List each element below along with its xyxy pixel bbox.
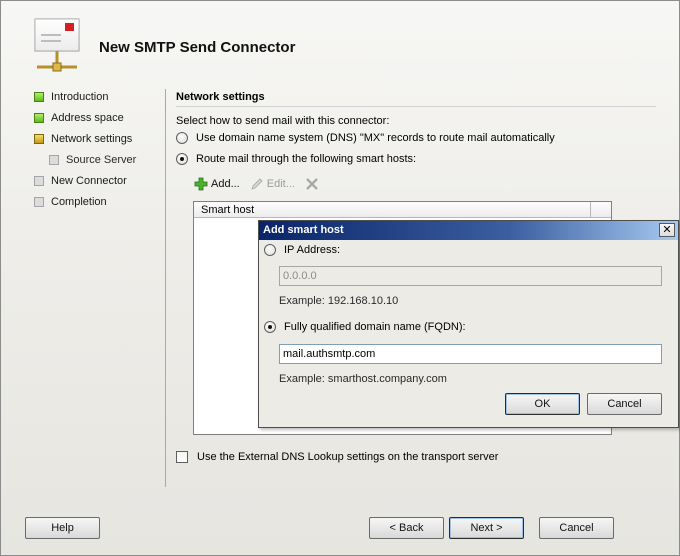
external-dns-checkbox[interactable] [176,451,188,463]
option-smart-host[interactable]: Route mail through the following smart h… [176,153,416,165]
dns-radio-label: Use domain name system (DNS) "MX" record… [196,132,555,144]
step-pending-icon [34,197,44,207]
dialog-titlebar[interactable]: Add smart host ✕ [259,221,678,240]
column-header-smart-host[interactable]: Smart host [194,202,592,217]
add-icon [194,177,208,191]
wizard-window: New SMTP Send Connector Introduction Add… [0,0,680,556]
pencil-icon [251,178,263,190]
help-button[interactable]: Help [25,517,100,539]
step-address-space[interactable]: Address space [34,110,124,126]
option-fqdn[interactable]: Fully qualified domain name (FQDN): [264,321,466,333]
smarthost-toolbar: Add... Edit... [194,177,332,191]
step-introduction[interactable]: Introduction [34,89,108,105]
step-completion: Completion [34,194,107,210]
smarthost-list-header: Smart host [194,202,611,218]
step-source-server: Source Server [49,152,136,168]
step-pending-icon [49,155,59,165]
step-label: Address space [51,112,124,124]
wizard-header: New SMTP Send Connector [1,1,680,83]
step-current-icon [34,134,44,144]
step-label: Introduction [51,91,109,103]
fqdn-label: Fully qualified domain name (FQDN): [284,321,466,333]
next-button[interactable]: Next > [449,517,524,539]
edit-button[interactable]: Edit... [250,177,295,191]
step-pending-icon [34,176,44,186]
dns-radio[interactable] [176,132,188,144]
ip-address-input[interactable]: 0.0.0.0 [279,266,662,286]
option-ip-address[interactable]: IP Address: [264,244,340,256]
option-dns-mx[interactable]: Use domain name system (DNS) "MX" record… [176,132,555,144]
edit-label: Edit... [266,178,295,190]
ok-button[interactable]: OK [505,393,580,415]
ip-radio[interactable] [264,244,276,256]
step-label: Network settings [51,133,133,145]
remove-button[interactable] [305,177,322,191]
wizard-title: New SMTP Send Connector [99,39,296,56]
back-button[interactable]: < Back [369,517,444,539]
column-header-filler [591,202,611,217]
fqdn-radio[interactable] [264,321,276,333]
add-smart-host-dialog: Add smart host ✕ IP Address: 0.0.0.0 Exa… [258,220,679,428]
fqdn-input[interactable]: mail.authsmtp.com [279,344,662,364]
routing-prompt: Select how to send mail with this connec… [176,115,390,127]
ip-example: Example: 192.168.10.10 [279,295,399,307]
step-complete-icon [34,92,44,102]
dialog-cancel-button[interactable]: Cancel [587,393,662,415]
fqdn-example: Example: smarthost.company.com [279,373,447,385]
add-button[interactable]: Add... [194,177,240,191]
step-label: Source Server [66,154,137,166]
ip-label: IP Address: [284,244,341,256]
step-new-connector: New Connector [34,173,127,189]
section-divider [176,106,656,107]
close-icon[interactable]: ✕ [659,223,675,237]
smtp-connector-icon [29,15,89,77]
smarthost-radio-label: Route mail through the following smart h… [196,153,417,165]
dialog-title: Add smart host [263,224,344,236]
delete-icon [306,178,318,190]
step-network-settings[interactable]: Network settings [34,131,132,147]
smarthost-radio[interactable] [176,153,188,165]
external-dns-label: Use the External DNS Lookup settings on … [197,451,499,463]
step-complete-icon [34,113,44,123]
step-label: Completion [51,196,107,208]
dialog-body: IP Address: 0.0.0.0 Example: 192.168.10.… [259,240,678,427]
section-title: Network settings [176,91,265,103]
external-dns-option[interactable]: Use the External DNS Lookup settings on … [176,451,498,463]
add-label: Add... [211,178,240,190]
cancel-button[interactable]: Cancel [539,517,614,539]
step-label: New Connector [51,175,127,187]
